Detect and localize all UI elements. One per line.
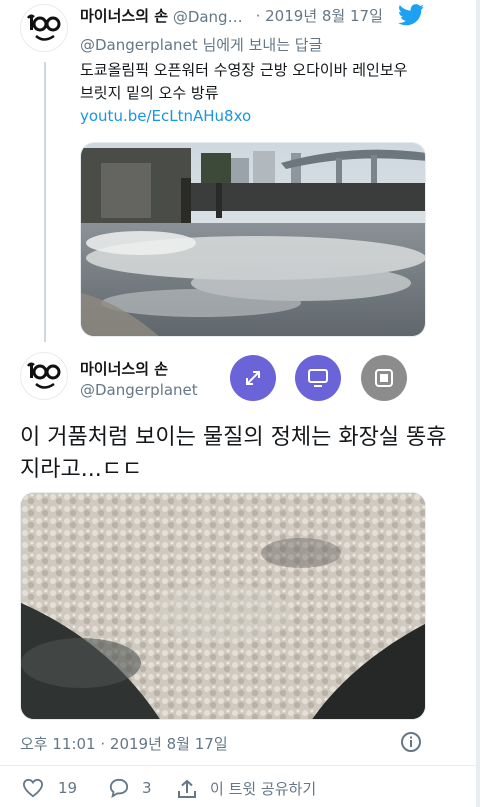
main-tweet-text: 이 거품처럼 보이는 물질의 정체는 화장실 똥휴지라고...ㄷㄷ — [20, 425, 447, 482]
replying-to-handle[interactable]: @Dangerplanet — [80, 36, 198, 54]
tweet-date[interactable]: 2019년 8월 17일 — [265, 7, 383, 25]
main-author-name[interactable]: 마이너스의 손 — [80, 358, 168, 379]
reply-button[interactable]: 3 — [108, 778, 152, 798]
info-icon[interactable] — [400, 731, 422, 757]
reply-icon — [109, 778, 129, 798]
reply-header: 마이너스의 손 @Dangerplanet · 2019년 8월 17일 — [80, 5, 410, 26]
reply-media-video[interactable] — [80, 142, 426, 337]
foam-water-image — [21, 493, 425, 719]
like-button[interactable]: 19 — [22, 778, 77, 798]
share-icon — [178, 779, 196, 798]
main-author-handle[interactable]: @Dangerplanet — [80, 381, 198, 399]
avatar-face-icon — [27, 362, 61, 389]
screen-icon — [308, 369, 328, 387]
reply-count: 3 — [142, 779, 152, 797]
pip-icon — [375, 369, 393, 387]
author-avatar[interactable] — [20, 4, 68, 52]
thread-line — [44, 62, 46, 342]
picture-in-picture-button[interactable] — [361, 355, 407, 401]
share-label: 이 트윗 공유하기 — [210, 780, 317, 798]
divider — [0, 765, 476, 766]
share-tweet-button[interactable]: 이 트윗 공유하기 — [176, 778, 316, 799]
reply-tweet-text: 도쿄올림픽 오픈워터 수영장 근방 오다이바 레인보우 브릿지 밑의 오수 방류 — [80, 61, 408, 102]
like-count: 19 — [58, 779, 78, 797]
sewage-outflow-image — [81, 143, 425, 336]
scrollbar[interactable] — [476, 0, 480, 807]
video-link[interactable]: youtu.be/EcLtnAHu8xo — [80, 107, 251, 125]
author-handle[interactable]: @Dangerplanet — [173, 8, 251, 26]
avatar-face-icon — [27, 14, 61, 41]
expand-button[interactable] — [230, 355, 276, 401]
expand-icon — [246, 371, 260, 385]
main-author-avatar[interactable] — [20, 352, 68, 400]
main-media-image[interactable] — [20, 492, 426, 720]
tweet-timestamp[interactable]: 오후 11:01 · 2019년 8월 17일 — [20, 733, 228, 754]
replying-to-suffix: 님에게 보내는 답글 — [197, 36, 323, 54]
separator-dot: · — [255, 7, 266, 25]
heart-icon — [22, 778, 44, 798]
replying-to: @Dangerplanet 님에게 보내는 답글 — [80, 34, 322, 55]
screen-share-button[interactable] — [295, 355, 341, 401]
author-name[interactable]: 마이너스의 손 — [80, 7, 168, 25]
twitter-bird-icon — [398, 4, 424, 30]
